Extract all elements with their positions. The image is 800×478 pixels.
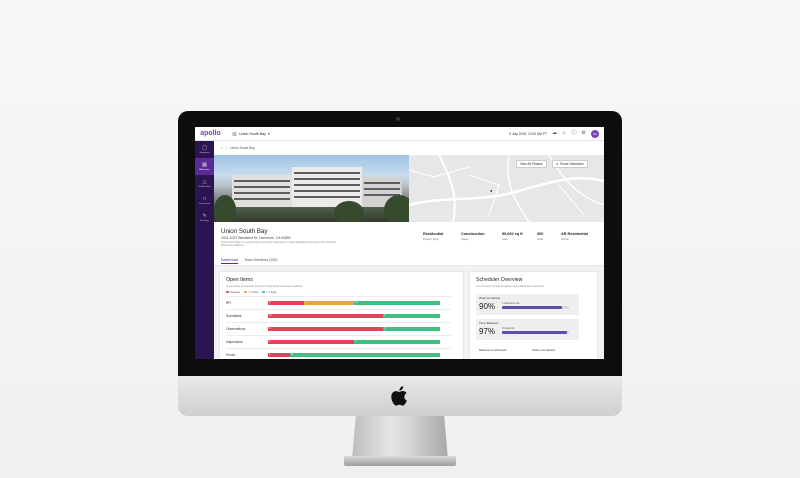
sidebar-item-budgeting[interactable]: ◯ Budgeting [195, 141, 214, 158]
legend-under-7-days: < 7 days [244, 290, 258, 294]
gear-icon[interactable]: ⚙ [582, 131, 586, 136]
open-items-row[interactable]: Observations 8 4 [226, 322, 451, 334]
open-items-row[interactable]: Inspections 4 4 [226, 335, 451, 347]
bar-segment: 7 [303, 300, 354, 305]
row-label: Submittals [226, 313, 242, 318]
tasks-completed-label: Tasks Completed [532, 348, 556, 352]
work-complete-progress [502, 306, 569, 309]
stat-owner: AR Residential Owner [561, 232, 588, 241]
open-items-row[interactable]: RFI 5 7 12 [226, 296, 451, 308]
sidebar-item-collaboration[interactable]: △ Collaboration [195, 175, 214, 192]
map-pin-icon[interactable]: ● [490, 188, 492, 193]
stacked-bar[interactable]: 5 7 12 [268, 300, 440, 305]
bar-segment: 12 [353, 300, 440, 305]
product-mockup: apollo 🏢 Union South Bay ▾ 9 July 2019, … [0, 0, 800, 478]
help-icon[interactable]: ⓘ [572, 131, 577, 136]
open-items-row[interactable]: Submittals 16 8 [226, 309, 451, 321]
view-phases-button[interactable]: View All Phases [516, 160, 547, 168]
time-elapsed-box: Time Elapsed 97% 30 days left [476, 319, 579, 340]
home-icon[interactable]: ⌂ [221, 146, 223, 150]
stat-units: 300 Units [537, 232, 544, 241]
stacked-bar[interactable]: 2 14 [268, 352, 440, 357]
calendar-icon: ▤ [202, 161, 207, 168]
bar-segment: 14 [289, 352, 440, 357]
sidebar-item-documents[interactable]: □ Documents [195, 192, 214, 209]
stat-stage: Construction Stage [461, 232, 485, 241]
scheduler-title: Scheduler Overview [476, 277, 523, 283]
cloud-icon[interactable]: ☁ [552, 131, 557, 136]
imac-stand-foot [344, 456, 456, 466]
open-items-subtitle: A summary of overdue and upcoming action… [226, 284, 303, 288]
share-directions-button[interactable]: ➤ Share Directions [552, 160, 588, 168]
bar-segment: 8 [268, 326, 383, 331]
legend-overdue: Overdue [226, 290, 240, 294]
project-name: Union South Bay [221, 228, 268, 235]
avatar[interactable]: AF [591, 129, 599, 138]
breadcrumb-current[interactable]: Union South Bay [230, 146, 255, 150]
project-description: Union South Bay is a project that is cur… [221, 240, 337, 247]
apple-logo-icon [391, 386, 407, 406]
chevron-right-icon: › [226, 146, 228, 150]
dollar-icon: ◯ [201, 144, 208, 151]
milestones-achieved-label: Milestones Achieved [479, 348, 507, 352]
chevron-down-icon: ▾ [267, 131, 270, 136]
sidebar: ◯ Budgeting ▤ Milestones △ Collaboration □ D… [195, 141, 214, 359]
people-icon: △ [202, 178, 207, 185]
stat-project-type: Residential Project Type [423, 232, 444, 241]
work-complete-percent: 90% [479, 302, 496, 311]
open-items-card: Open Items A summary of overdue and upco… [219, 271, 464, 359]
bar-segment: 5 [268, 300, 304, 305]
folder-icon: □ [202, 195, 207, 202]
work-complete-box: Work Complete 90% 2 milestones left [476, 294, 579, 315]
current-datetime: 9 July 2019, 10:00 AM PT [509, 131, 548, 136]
bar-segment: 16 [268, 313, 383, 318]
tab-team-members[interactable]: Team Members (150) [244, 258, 277, 264]
time-elapsed-progress [502, 331, 569, 334]
tab-dashboard[interactable]: Dashboard [221, 258, 239, 264]
project-tabs: Dashboard Team Members (150) [221, 258, 277, 264]
open-items-legend: Overdue < 7 days > 7 days [226, 290, 457, 294]
building-icon: 🏢 [232, 131, 237, 136]
legend-over-7-days: > 7 days [262, 290, 277, 294]
breadcrumb: ⌂ › Union South Bay [214, 141, 604, 155]
directions-icon: ➤ [556, 162, 559, 166]
project-photo [214, 155, 409, 222]
sidebar-item-milestones[interactable]: ▤ Milestones [195, 158, 214, 175]
project-address: 1001-1097 Westwind St, Livermore, CA 945… [221, 236, 291, 240]
time-elapsed-percent: 97% [479, 327, 496, 336]
bar-segment: 8 [382, 313, 440, 318]
open-items-title: Open Items [226, 277, 253, 283]
top-bar: apollo 🏢 Union South Bay ▾ 9 July 2019, … [195, 127, 604, 141]
project-info: Union South Bay 1001-1097 Westwind St, L… [214, 222, 604, 266]
row-label: Observations [226, 326, 246, 331]
open-items-row[interactable]: Punch 2 14 [226, 348, 451, 359]
pencil-icon: ✎ [202, 212, 207, 219]
bar-segment: 4 [268, 339, 354, 344]
row-label: Inspections [226, 339, 243, 344]
imac-stand-neck [352, 416, 448, 460]
bar-segment: 2 [268, 352, 290, 357]
bar-segment: 4 [354, 339, 440, 344]
app-screen: apollo 🏢 Union South Bay ▾ 9 July 2019, … [195, 127, 604, 359]
project-selector-label: Union South Bay [238, 131, 266, 136]
row-label: RFI [226, 300, 232, 305]
project-map[interactable]: ● View All Phases ➤ Share Directions [409, 155, 604, 222]
scheduler-subtitle: An overview of task progress and milesto… [476, 284, 544, 288]
stacked-bar[interactable]: 16 8 [268, 313, 440, 318]
main-content: ⌂ › Union South Bay ● View All Phases ➤ … [214, 141, 604, 359]
row-label: Punch [226, 352, 236, 357]
stacked-bar[interactable]: 84 [268, 326, 440, 331]
camera-dot [396, 117, 400, 121]
stat-area: 50,000 sq ft Area [502, 232, 523, 241]
dashboard: Open Items A summary of overdue and upco… [214, 266, 604, 359]
bar-segment: 4 [382, 326, 440, 331]
stacked-bar[interactable]: 44 [268, 339, 440, 344]
bell-icon[interactable]: ♨ [562, 131, 566, 136]
sidebar-item-drawings[interactable]: ✎ Drawings [195, 209, 214, 226]
apollo-logo[interactable]: apollo [195, 130, 226, 137]
project-selector[interactable]: 🏢 Union South Bay ▾ [232, 131, 270, 136]
scheduler-card: Scheduler Overview An overview of task p… [469, 271, 598, 359]
